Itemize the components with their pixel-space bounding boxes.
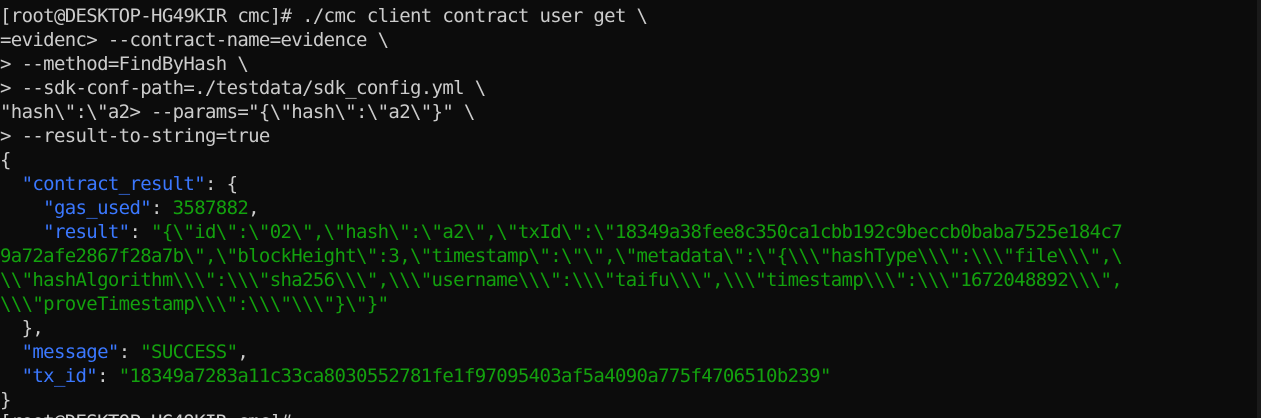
output-gas-used-line: "gas_used": 3587882, [0,196,259,220]
gas-used-value: 3587882 [172,197,249,219]
tx-id-value: "18349a7283a11c33ca8030552781fe1f9709540… [118,365,832,387]
message-value: "SUCCESS" [140,341,238,363]
command-line-1: [root@DESKTOP-HG49KIR cmc]# ./cmc client… [0,5,648,27]
output-contract-result-line: "contract_result": { [0,172,238,196]
gas-used-key: "gas_used" [43,197,152,219]
gas-used-sep: : [151,197,173,219]
command-line-4: > --sdk-conf-path=./testdata/sdk_config.… [0,77,486,99]
result-value-line-2: 9a72afe2867f28a7b\",\"blockHeight\":3,\"… [0,245,1123,267]
result-value-line-4: \\\"proveTimestamp\\\":\\\"\\\"}\"}" [0,293,389,315]
command-line-5: "hash\":\"a2> --params="{\"hash\":\"a2\"… [0,101,475,123]
gas-used-comma: , [248,197,259,219]
terminal-window[interactable]: [root@DESKTOP-HG49KIR cmc]# ./cmc client… [0,0,1261,418]
next-prompt[interactable]: [root@DESKTOP-HG49KIR cmc]# [0,410,292,418]
command-line-2: =evidenc> --contract-name=evidence \ [0,29,389,51]
contract-result-close: }, [21,317,44,339]
output-tx-id-line: "tx_id": "18349a7283a11c33ca8030552781fe… [0,364,832,388]
message-sep: : [118,341,141,363]
output-result-line: "result": "{\"id\":\"02\",\"hash\":\"a2\… [0,220,1123,244]
tx-id-sep: : [97,365,119,387]
terminal-scrollbar[interactable] [1257,0,1261,418]
output-open-brace: { [0,149,11,171]
tx-id-key: "tx_id" [21,365,98,387]
contract-result-open: : { [205,173,238,195]
output-close-brace: } [0,389,11,411]
message-comma: , [237,341,249,363]
result-value-line-3: \\"hashAlgorithm\\\":\\\"sha256\\\",\\\"… [0,269,1123,291]
contract-result-key: "contract_result" [21,173,206,195]
result-key: "result" [43,221,130,243]
command-line-6: > --result-to-string=true [0,125,270,147]
output-contract-result-close: }, [0,316,44,340]
result-value-line-1: "{\"id\":\"02\",\"hash\":\"a2\",\"txId\"… [151,221,1123,243]
output-message-line: "message": "SUCCESS", [0,340,249,364]
message-key: "message" [21,341,120,363]
result-sep: : [129,221,152,243]
command-line-3: > --method=FindByHash \ [0,53,249,75]
